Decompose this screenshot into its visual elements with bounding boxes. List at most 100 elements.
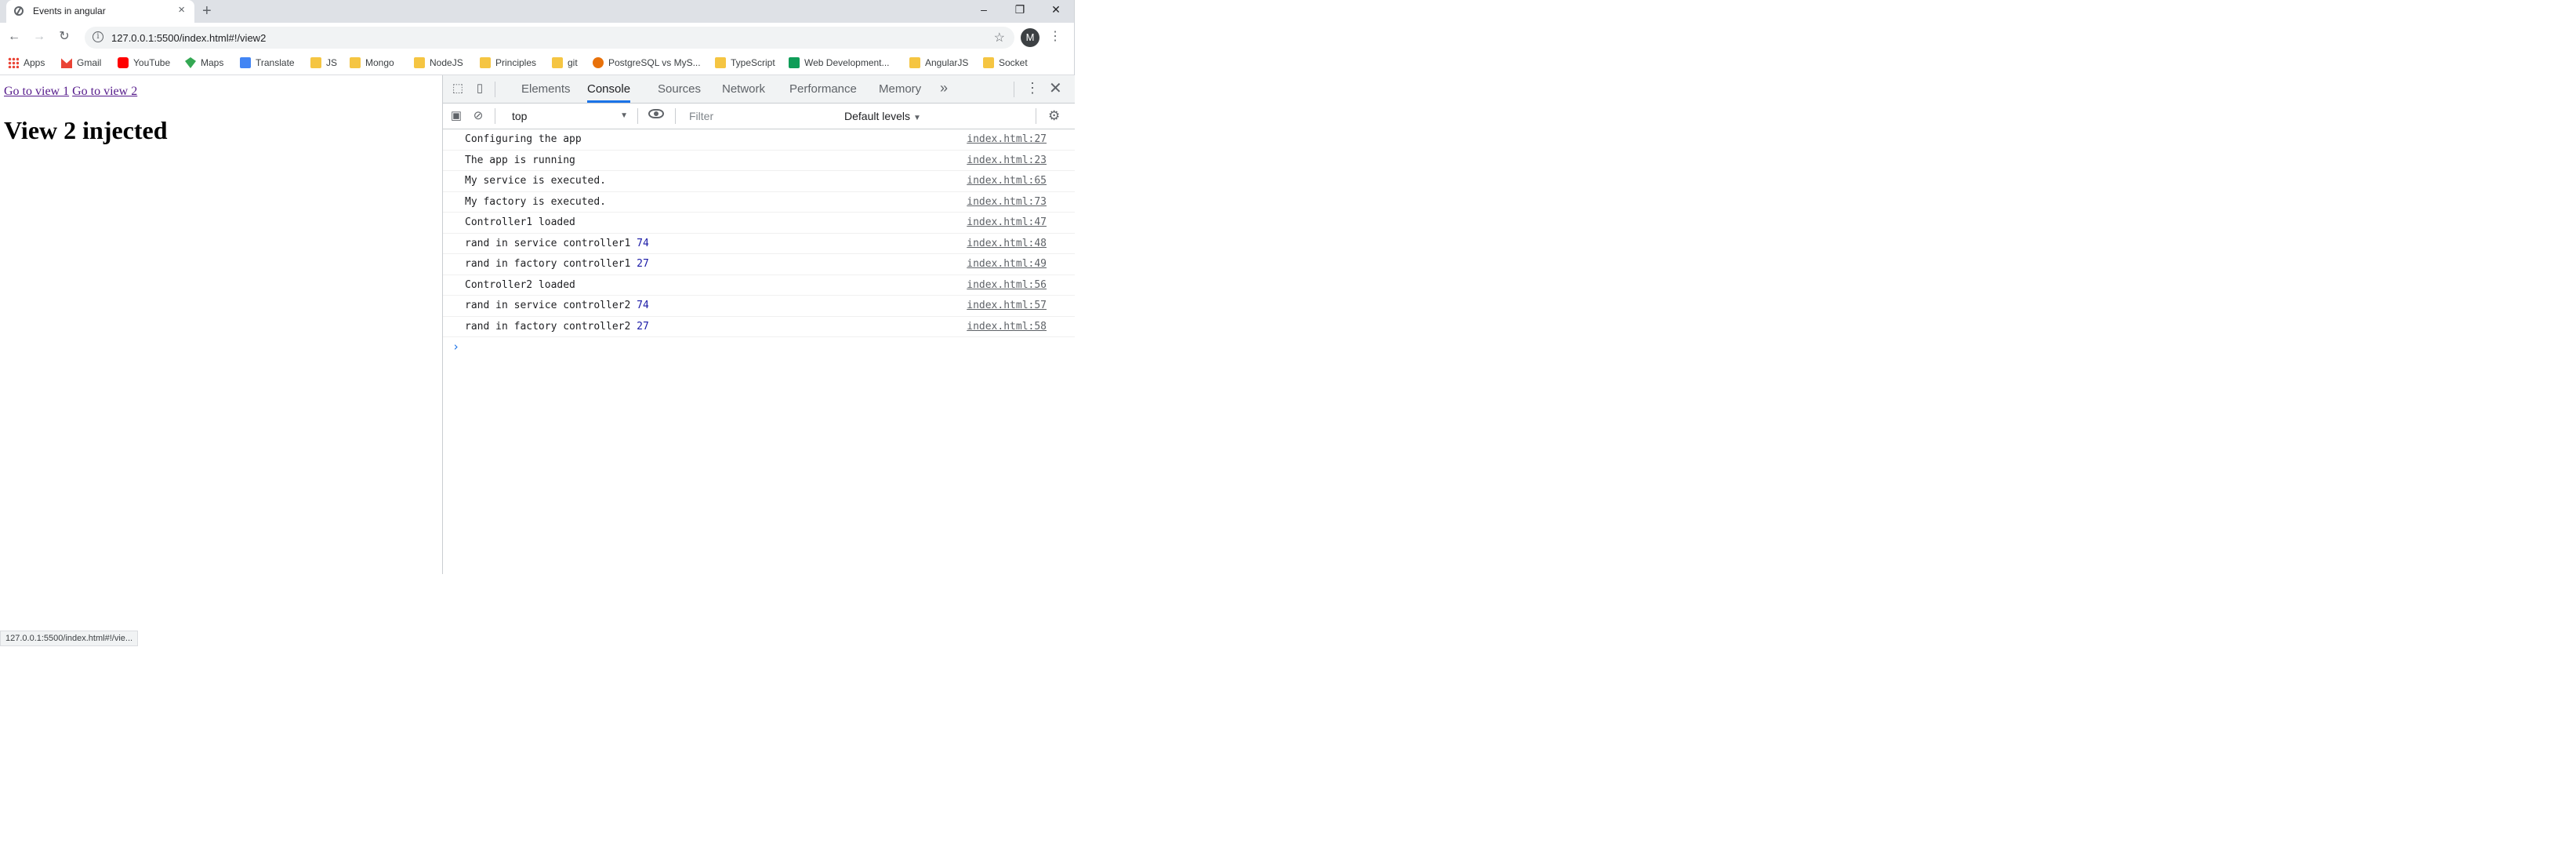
folder-icon bbox=[552, 57, 563, 68]
tab-memory[interactable]: Memory bbox=[879, 75, 921, 103]
translate-icon bbox=[240, 57, 251, 68]
gmail-icon bbox=[61, 58, 72, 68]
source-link[interactable]: index.html:57 bbox=[967, 300, 1047, 311]
folder-icon bbox=[715, 57, 726, 68]
device-toolbar-icon[interactable]: ▯ bbox=[473, 82, 487, 96]
sheets-icon bbox=[789, 57, 800, 68]
folder-icon bbox=[909, 57, 920, 68]
folder-icon bbox=[983, 57, 994, 68]
tab-performance[interactable]: Performance bbox=[789, 75, 857, 103]
link-view-2[interactable]: Go to view 2 bbox=[72, 85, 137, 98]
bookmark-git[interactable]: git bbox=[552, 57, 578, 70]
restore-button[interactable]: ❐ bbox=[1008, 3, 1032, 16]
gear-icon[interactable]: ⚙ bbox=[1048, 109, 1060, 122]
new-tab-button[interactable]: + bbox=[202, 3, 212, 19]
console-message: Controller2 loaded index.html:56 bbox=[443, 275, 1075, 296]
tab-console[interactable]: Console bbox=[587, 75, 631, 103]
log-levels-dropdown[interactable]: Default levels ▼ bbox=[844, 107, 921, 125]
source-link[interactable]: index.html:49 bbox=[967, 258, 1047, 270]
console-message-text: rand in factory controller1 27 bbox=[465, 258, 649, 270]
devtools-menu-icon[interactable]: ⋮ bbox=[1025, 80, 1039, 96]
bookmark-postgresql[interactable]: PostgreSQL vs MyS... bbox=[593, 57, 701, 70]
tab-sources[interactable]: Sources bbox=[658, 75, 701, 103]
bookmark-apps[interactable]: Apps bbox=[8, 57, 45, 70]
log-text: The app is running bbox=[465, 154, 575, 166]
console-message: rand in factory controller1 27 index.html… bbox=[443, 254, 1075, 275]
tab-close-icon[interactable]: × bbox=[178, 4, 185, 16]
log-text: Controller2 loaded bbox=[465, 278, 575, 291]
reload-icon[interactable]: ↻ bbox=[56, 31, 72, 43]
back-arrow-icon[interactable]: ← bbox=[6, 31, 22, 43]
url-input[interactable] bbox=[111, 31, 958, 45]
console-prompt[interactable]: › bbox=[443, 337, 1075, 356]
tab-network[interactable]: Network bbox=[722, 75, 765, 103]
source-link[interactable]: index.html:48 bbox=[967, 238, 1047, 249]
source-link[interactable]: index.html:73 bbox=[967, 196, 1047, 208]
console-message: Configuring the app index.html:27 bbox=[443, 129, 1075, 151]
link-view-1[interactable]: Go to view 1 bbox=[4, 85, 69, 98]
browser-menu-icon[interactable]: ⋮ bbox=[1049, 31, 1061, 43]
profile-avatar[interactable]: M bbox=[1021, 28, 1039, 47]
log-text: Configuring the app bbox=[465, 133, 582, 145]
forward-arrow-icon[interactable]: → bbox=[31, 31, 47, 43]
log-text: rand in service controller2 bbox=[465, 300, 631, 311]
devtools-tab-bar: ⬚ ▯ Elements Console Sources Network Per… bbox=[443, 75, 1075, 104]
log-text: My factory is executed. bbox=[465, 195, 607, 208]
source-link[interactable]: index.html:58 bbox=[967, 321, 1047, 333]
folder-icon bbox=[414, 57, 425, 68]
bookmark-socket[interactable]: Socket bbox=[983, 57, 1028, 70]
console-filter-input[interactable] bbox=[686, 107, 841, 125]
bookmark-translate[interactable]: Translate bbox=[240, 57, 295, 70]
console-toolbar: ▣ ⊘ top ▼ Default levels▼ ⚙ bbox=[443, 104, 1075, 129]
bookmark-gmail[interactable]: Gmail bbox=[61, 57, 101, 70]
inspect-element-icon[interactable]: ⬚ bbox=[451, 82, 465, 96]
source-link[interactable]: index.html:65 bbox=[967, 175, 1047, 187]
bookmark-nodejs[interactable]: NodeJS bbox=[414, 57, 463, 70]
nav-links: Go to view 1 Go to view 2 bbox=[4, 85, 137, 99]
globe-icon bbox=[14, 6, 24, 16]
source-link[interactable]: index.html:23 bbox=[967, 154, 1047, 166]
bookmark-js[interactable]: JS bbox=[310, 57, 337, 70]
sidebar-toggle-icon[interactable]: ▣ bbox=[449, 109, 463, 123]
bookmark-principles[interactable]: Principles bbox=[480, 57, 536, 70]
bookmark-angularjs[interactable]: AngularJS bbox=[909, 57, 968, 70]
log-text: rand in service controller1 bbox=[465, 237, 631, 249]
log-number: 27 bbox=[637, 258, 649, 270]
source-link[interactable]: index.html:47 bbox=[967, 216, 1047, 228]
prompt-chevron-icon: › bbox=[452, 340, 460, 354]
bookmark-maps[interactable]: Maps bbox=[185, 57, 223, 70]
clear-console-icon[interactable]: ⊘ bbox=[471, 109, 485, 123]
console-message: rand in service controller2 74 index.html… bbox=[443, 296, 1075, 317]
console-message: My service is executed. index.html:65 bbox=[443, 171, 1075, 192]
bookmark-web-development[interactable]: Web Development... bbox=[789, 57, 890, 70]
context-selector[interactable]: top ▼ bbox=[509, 107, 633, 125]
devtools-close-icon[interactable]: ✕ bbox=[1049, 78, 1062, 98]
console-message: rand in factory controller2 27 index.html… bbox=[443, 317, 1075, 337]
folder-icon bbox=[350, 57, 361, 68]
status-bar-url: 127.0.0.1:5500/index.html#!/vie... bbox=[0, 631, 139, 646]
folder-icon bbox=[480, 57, 491, 68]
site-info-icon[interactable]: i bbox=[93, 31, 103, 42]
tab-elements[interactable]: Elements bbox=[521, 75, 571, 103]
minimize-button[interactable]: – bbox=[972, 3, 996, 16]
browser-tab[interactable]: Events in angular × bbox=[6, 0, 194, 23]
divider bbox=[637, 108, 638, 124]
tab-title: Events in angular bbox=[33, 5, 106, 16]
source-link[interactable]: index.html:27 bbox=[967, 133, 1047, 145]
apps-grid-icon bbox=[8, 57, 19, 68]
window-close-button[interactable]: ✕ bbox=[1044, 3, 1068, 16]
bookmark-star-icon[interactable]: ☆ bbox=[994, 30, 1005, 45]
more-tabs-icon[interactable]: » bbox=[940, 80, 948, 96]
console-message-text: rand in service controller1 74 bbox=[465, 238, 649, 249]
bookmark-typescript[interactable]: TypeScript bbox=[715, 57, 775, 70]
console-message-text: rand in factory controller2 27 bbox=[465, 321, 649, 333]
address-bar[interactable]: i ☆ bbox=[85, 27, 1014, 49]
bookmark-youtube[interactable]: YouTube bbox=[118, 57, 170, 70]
source-link[interactable]: index.html:56 bbox=[967, 279, 1047, 291]
live-expression-eye-icon[interactable] bbox=[648, 109, 664, 118]
console-message-text: My factory is executed. bbox=[465, 196, 606, 208]
log-text: My service is executed. bbox=[465, 175, 607, 187]
bookmarks-bar: Apps Gmail YouTube Maps Translate JS Mon… bbox=[0, 53, 1074, 75]
bookmark-mongo[interactable]: Mongo bbox=[350, 57, 394, 70]
folder-icon bbox=[310, 57, 321, 68]
